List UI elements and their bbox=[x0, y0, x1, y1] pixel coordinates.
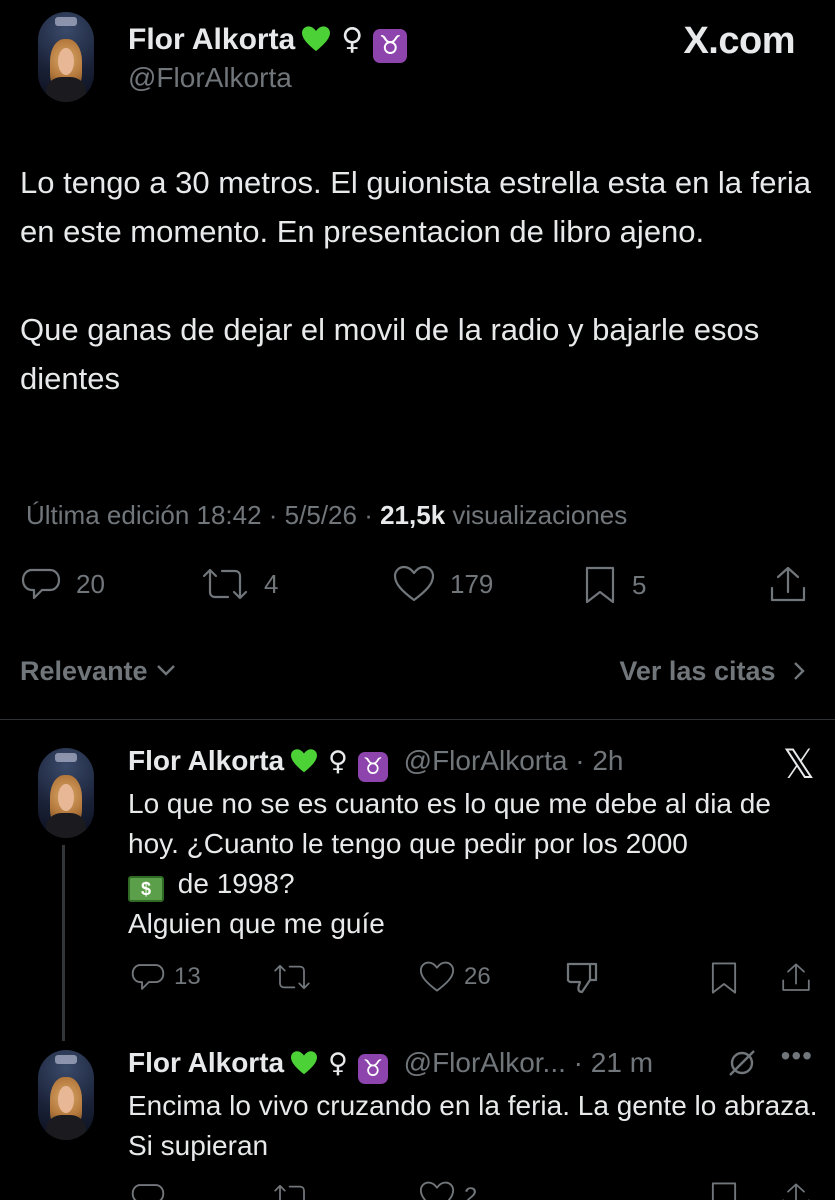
x-logo-icon: 𝕏 bbox=[782, 742, 815, 788]
bookmark-button[interactable] bbox=[708, 960, 740, 996]
reply-header: Flor Alkorta ♀ ♉ @FlorAlkor... · 21 m bbox=[128, 1047, 654, 1084]
handle[interactable]: @FlorAlkorta bbox=[128, 62, 292, 94]
share-icon bbox=[770, 566, 806, 602]
venus-symbol-icon: ♀ bbox=[328, 746, 348, 777]
like-button[interactable]: 2 bbox=[418, 1180, 477, 1200]
bookmark-button[interactable]: 5 bbox=[582, 564, 646, 606]
green-heart-icon bbox=[291, 749, 318, 773]
repost-button[interactable] bbox=[272, 960, 320, 994]
taurus-icon: ♉ bbox=[357, 1054, 388, 1084]
taurus-icon: ♉ bbox=[357, 752, 388, 782]
reply-display-name[interactable]: Flor Alkorta bbox=[128, 1047, 284, 1078]
bookmark-icon bbox=[711, 1182, 737, 1200]
bookmark-count: 5 bbox=[632, 569, 647, 600]
reply-button[interactable]: 20 bbox=[20, 564, 105, 604]
reply-button[interactable] bbox=[130, 1180, 166, 1200]
venus-symbol-icon: ♀ bbox=[328, 1048, 348, 1079]
share-button[interactable] bbox=[768, 564, 808, 606]
heart-icon bbox=[419, 1181, 455, 1200]
divider bbox=[0, 719, 835, 720]
share-button[interactable] bbox=[780, 1180, 812, 1200]
reply-handle[interactable]: @FlorAlkor... bbox=[404, 1047, 566, 1078]
repost-icon bbox=[274, 1184, 305, 1200]
green-heart-icon bbox=[302, 26, 331, 52]
more-options-icon[interactable]: ••• bbox=[781, 1040, 813, 1072]
thumbs-down-icon bbox=[566, 962, 598, 994]
like-count: 26 bbox=[464, 963, 491, 990]
like-count: 2 bbox=[464, 1183, 478, 1200]
reply-text: Lo que no se es cuanto es lo que me debe… bbox=[128, 784, 818, 944]
chevron-right-icon bbox=[794, 662, 805, 680]
tweet-text: Lo tengo a 30 metros. El guionista estre… bbox=[20, 165, 811, 396]
grok-icon[interactable] bbox=[725, 1046, 759, 1080]
like-button[interactable]: 179 bbox=[392, 564, 493, 604]
share-button[interactable] bbox=[780, 960, 812, 996]
like-button[interactable]: 26 bbox=[418, 960, 491, 994]
taurus-icon: ♉ bbox=[373, 29, 408, 63]
repost-button[interactable] bbox=[272, 1180, 312, 1200]
downvote-button[interactable] bbox=[564, 960, 600, 994]
tweet-meta: Última edición 18:42 · 5/5/26 · 21,5k vi… bbox=[26, 500, 628, 530]
bookmark-button[interactable] bbox=[708, 1180, 740, 1200]
reply-avatar[interactable] bbox=[38, 748, 94, 838]
bookmark-icon bbox=[585, 566, 615, 604]
reply-icon bbox=[131, 1184, 165, 1200]
sort-dropdown[interactable]: Relevante bbox=[20, 656, 177, 687]
bookmark-icon bbox=[711, 962, 737, 994]
reply-avatar[interactable] bbox=[38, 1050, 94, 1140]
share-icon bbox=[782, 963, 810, 991]
view-quotes-link[interactable]: Ver las citas bbox=[619, 656, 807, 687]
reply-button[interactable]: 13 bbox=[130, 960, 201, 994]
reply-display-name[interactable]: Flor Alkorta bbox=[128, 745, 284, 776]
author-name-row: Flor Alkorta ♀ ♉ bbox=[128, 22, 408, 63]
dollar-banknote-icon: $ bbox=[128, 876, 164, 902]
reply-icon bbox=[21, 568, 61, 600]
quotes-label: Ver las citas bbox=[619, 656, 776, 686]
edited-timestamp[interactable]: Última edición 18:42 · 5/5/26 bbox=[26, 500, 357, 530]
reply-time[interactable]: 21 m bbox=[591, 1047, 653, 1078]
reply-text-line: de 1998? bbox=[177, 868, 295, 899]
sort-label: Relevante bbox=[20, 656, 148, 686]
reply-count: 20 bbox=[76, 568, 105, 599]
repost-icon bbox=[202, 568, 248, 600]
repost-button[interactable]: 4 bbox=[200, 564, 278, 604]
thread-line bbox=[62, 845, 65, 1041]
chevron-down-icon bbox=[157, 665, 175, 676]
like-count: 179 bbox=[450, 568, 494, 599]
display-name[interactable]: Flor Alkorta bbox=[128, 23, 295, 56]
repost-icon bbox=[274, 964, 310, 990]
reply-header: Flor Alkorta ♀ ♉ @FlorAlkorta · 2h bbox=[128, 745, 624, 782]
reply-time[interactable]: 2h bbox=[592, 745, 623, 776]
reply-handle[interactable]: @FlorAlkorta bbox=[404, 745, 568, 776]
share-icon bbox=[782, 1183, 810, 1200]
reply-icon bbox=[131, 964, 165, 990]
reply-text-line: Alguien que me guíe bbox=[128, 908, 385, 939]
reply-count: 13 bbox=[174, 963, 201, 990]
tweet-actions: 20 4 179 5 bbox=[0, 564, 835, 608]
reply-text-line: Lo que no se es cuanto es lo que me debe… bbox=[128, 788, 771, 859]
heart-icon bbox=[393, 565, 435, 602]
avatar[interactable] bbox=[38, 12, 94, 102]
repost-count: 4 bbox=[264, 568, 279, 599]
venus-symbol-icon: ♀ bbox=[341, 22, 364, 57]
reply-text: Encima lo vivo cruzando en la feria. La … bbox=[128, 1090, 818, 1161]
views-count: 21,5k bbox=[380, 500, 446, 530]
views-label: visualizaciones bbox=[452, 500, 628, 530]
heart-icon bbox=[419, 961, 455, 992]
green-heart-icon bbox=[291, 1051, 318, 1075]
x-logo: X.com bbox=[683, 20, 795, 62]
